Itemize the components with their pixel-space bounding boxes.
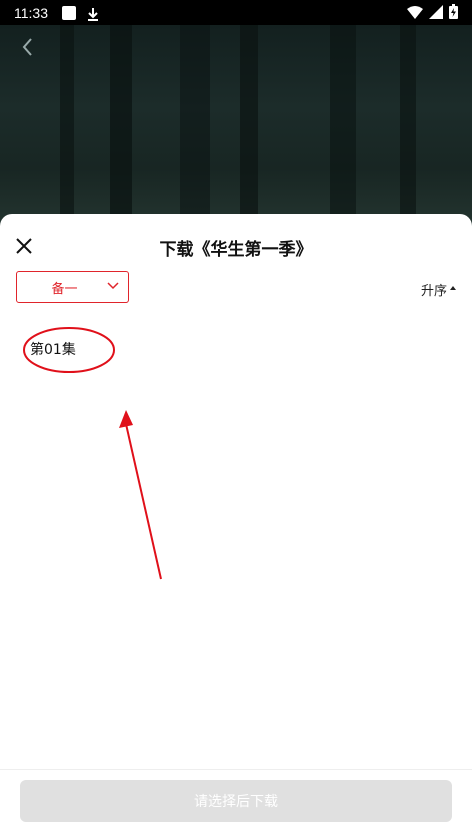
episode-label: 第01集 <box>30 342 76 358</box>
battery-icon <box>449 4 458 19</box>
status-bar: 11:33 <box>0 0 472 25</box>
sheet-title: 下载《华生第一季》 <box>159 240 313 260</box>
annotation-arrow-line <box>125 423 162 580</box>
download-sheet: 下载《华生第一季》 备一 升序 第01集 请选择后下载 <box>0 214 472 839</box>
status-time: 11:33 <box>14 4 48 21</box>
sort-label: 升序 <box>420 284 447 299</box>
source-dropdown[interactable]: 备一 <box>16 271 129 303</box>
episode-item[interactable]: 第01集 <box>30 339 76 359</box>
footer-divider <box>0 769 472 770</box>
notification-icon <box>62 5 76 20</box>
download-status-icon <box>86 6 100 21</box>
wifi-icon <box>407 5 423 19</box>
chevron-down-icon <box>107 282 119 290</box>
sort-toggle[interactable]: 升序 <box>421 280 456 299</box>
video-player[interactable] <box>0 25 472 230</box>
annotation-arrow-head <box>119 410 133 428</box>
sort-ascending-icon <box>450 285 456 290</box>
back-icon[interactable] <box>18 35 38 59</box>
download-button[interactable]: 请选择后下载 <box>20 780 452 822</box>
signal-icon <box>429 4 443 19</box>
annotation-overlay <box>23 327 162 580</box>
